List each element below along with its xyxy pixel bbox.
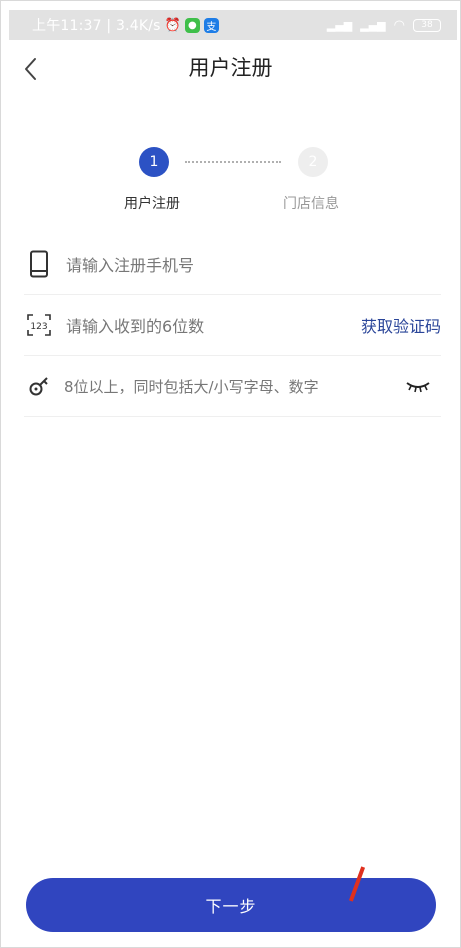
- get-code-button[interactable]: 获取验证码: [361, 313, 441, 337]
- signal-icon-2: ▂▄▆: [360, 18, 386, 32]
- step-2-indicator: 2: [298, 147, 328, 177]
- eye-closed-icon[interactable]: [405, 379, 431, 393]
- signal-icon: ▂▄▆: [326, 18, 353, 32]
- next-button-label: 下一步: [205, 897, 257, 916]
- phone-input[interactable]: 请输入注册手机号: [66, 252, 194, 276]
- phone-icon: [24, 249, 54, 279]
- alipay-icon: 支: [203, 17, 219, 33]
- page-title: 用户注册: [188, 56, 273, 80]
- battery-level: 38: [421, 20, 433, 30]
- step-connector: [185, 161, 281, 163]
- code-123-icon: 123: [24, 310, 54, 340]
- svg-text:123: 123: [30, 322, 47, 332]
- key-icon: [24, 371, 54, 401]
- status-time: 上午11:37 | 3.4K/s: [32, 18, 161, 34]
- wechat-icon: ●: [184, 17, 200, 33]
- step-2-label: 门店信息: [283, 196, 339, 212]
- password-row[interactable]: 8位以上，同时包括大/小写字母、数字: [24, 356, 441, 417]
- screen-frame: [0, 0, 461, 948]
- password-input[interactable]: 8位以上，同时包括大/小写字母、数字: [64, 376, 319, 397]
- status-bar: 上午11:37 | 3.4K/s ⏰ ● 支 ▂▄▆ ▂▄▆ ◠ 38: [9, 10, 457, 40]
- battery-icon: 38: [413, 18, 441, 32]
- step-1-label: 用户注册: [124, 196, 180, 212]
- code-input[interactable]: 请输入收到的6位数: [66, 313, 204, 337]
- alarm-icon: ⏰: [164, 17, 181, 33]
- code-row[interactable]: 123 请输入收到的6位数 获取验证码: [24, 295, 441, 356]
- step-1-indicator: 1: [139, 147, 169, 177]
- wifi-icon: ◠: [393, 17, 405, 33]
- next-button[interactable]: 下一步: [26, 878, 436, 932]
- phone-row[interactable]: 请输入注册手机号: [24, 234, 441, 295]
